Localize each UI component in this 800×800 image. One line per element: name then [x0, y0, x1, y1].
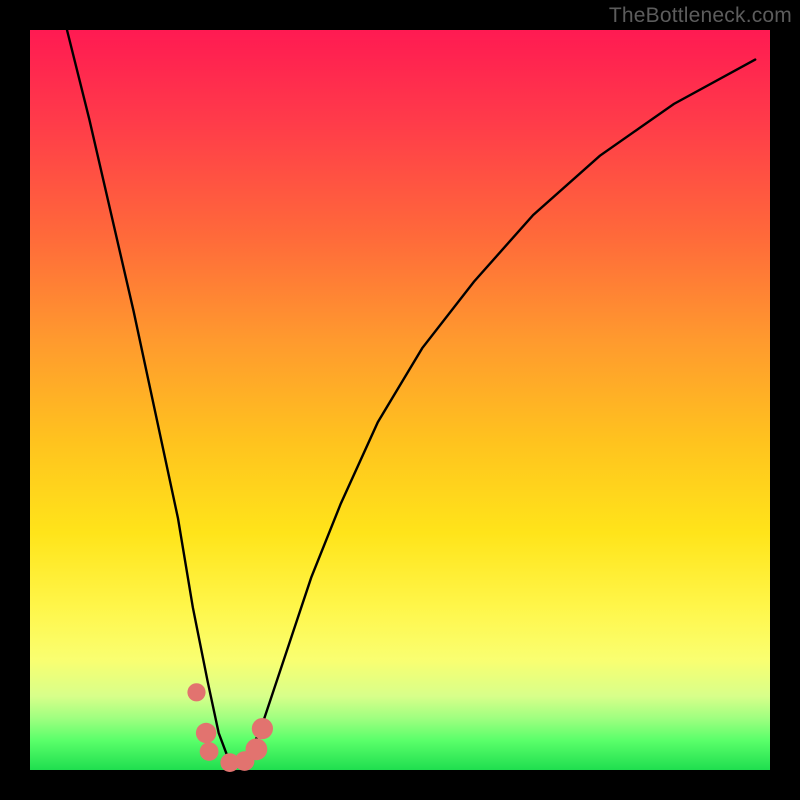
plot-gradient-background	[30, 30, 770, 770]
chart-frame: TheBottleneck.com	[0, 0, 800, 800]
watermark-text: TheBottleneck.com	[609, 4, 792, 28]
